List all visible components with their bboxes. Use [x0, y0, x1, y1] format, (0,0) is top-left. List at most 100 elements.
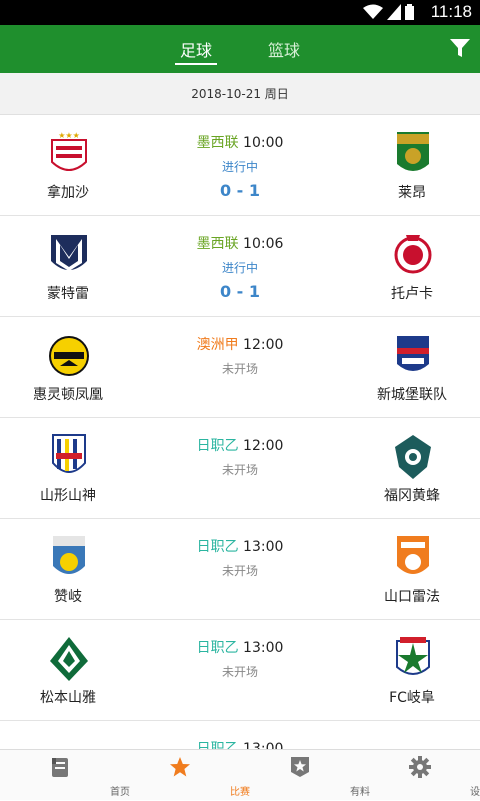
- away-team-name: 莱昂: [398, 185, 426, 201]
- match-status: 进行中: [221, 160, 258, 174]
- league-name: 墨西联: [196, 135, 239, 151]
- home-team: 松本山雅: [8, 620, 128, 720]
- kickoff-time: 13:00: [243, 741, 284, 749]
- svg-text:★★★: ★★★: [58, 131, 80, 140]
- nav-home[interactable]: 首页: [0, 750, 130, 801]
- match-info: 澳洲甲 12:00 未开场: [140, 317, 340, 417]
- home-team-name: 蒙特雷: [47, 286, 89, 302]
- home-team: 蒙特雷: [8, 216, 128, 316]
- home-team: [8, 721, 128, 749]
- match-info: 墨西联 10:06 进行中 0 - 1: [140, 216, 340, 316]
- star-icon: [170, 757, 190, 777]
- league-name: 日职乙: [196, 741, 239, 749]
- match-row[interactable]: 蒙特雷 墨西联 10:06 进行中 0 - 1 托卢卡: [0, 216, 480, 317]
- home-icon: [52, 758, 68, 777]
- montedio-crest-icon: [52, 434, 86, 473]
- away-team-name: 山口雷法: [384, 589, 440, 605]
- wellington-phoenix-crest-icon: [49, 336, 89, 376]
- renofa-crest-icon: [397, 536, 429, 574]
- away-team-name: FC岐阜: [389, 690, 435, 706]
- leon-crest-icon: [397, 132, 429, 171]
- home-team-name: 惠灵顿凤凰: [33, 387, 103, 403]
- match-info: 日职乙 13:00 未开场: [140, 620, 340, 720]
- kickoff-time: 10:06: [243, 236, 284, 252]
- match-row[interactable]: 山形山神 日职乙 12:00 未开场福冈黄蜂: [0, 418, 480, 519]
- kickoff-time: 13:00: [243, 539, 284, 555]
- match-status: 未开场: [221, 564, 258, 578]
- kickoff-time: 13:00: [243, 640, 284, 656]
- match-info: 墨西联 10:00 进行中 0 - 1: [140, 115, 340, 215]
- gear-icon: [409, 756, 431, 778]
- badge-star-icon: [291, 757, 309, 777]
- top-header: 足球 篮球: [0, 25, 480, 73]
- nav-insights[interactable]: 有料: [240, 750, 370, 801]
- status-icons: [363, 4, 414, 20]
- signal-icon: [387, 4, 401, 20]
- match-list[interactable]: ★★★ 拿加沙 墨西联 10:00 进行中 0 - 1 莱昂 蒙特雷 墨西联 10:06 进行中…: [0, 115, 480, 749]
- home-team-name: 赞岐: [54, 589, 82, 605]
- away-team: [352, 721, 472, 749]
- gifu-crest-icon: [396, 637, 430, 675]
- home-team-name: 山形山神: [40, 488, 96, 504]
- away-team: 新城堡联队: [352, 317, 472, 417]
- home-team: 赞岐: [8, 519, 128, 619]
- necaxa-crest-icon: ★★★: [51, 131, 87, 171]
- toluca-crest-icon: [394, 235, 432, 274]
- match-info: 日职乙 13:00 未开场: [140, 519, 340, 619]
- away-team: 莱昂: [352, 115, 472, 215]
- wifi-icon: [363, 4, 383, 19]
- nav-matches[interactable]: 比赛: [120, 750, 250, 801]
- league-name: 日职乙: [196, 640, 239, 656]
- matsumoto-crest-icon: [50, 637, 88, 681]
- nav-settings-label: 设置: [470, 787, 480, 798]
- partial-crest-icon: [392, 736, 434, 749]
- home-team: 惠灵顿凤凰: [8, 317, 128, 417]
- status-time: 11:18: [430, 2, 472, 21]
- kickoff-time: 12:00: [243, 337, 284, 353]
- match-status: 未开场: [221, 665, 258, 679]
- match-date: 2018-10-21 周日: [191, 87, 289, 101]
- match-info: 日职乙 13:00: [140, 721, 340, 749]
- avispa-crest-icon: [395, 435, 431, 479]
- match-row[interactable]: 日职乙 13:00: [0, 721, 480, 749]
- status-bar: 11:18: [0, 0, 480, 25]
- monterrey-crest-icon: [51, 235, 87, 271]
- date-bar: 2018-10-21 周日: [0, 73, 480, 115]
- match-row[interactable]: ★★★ 拿加沙 墨西联 10:00 进行中 0 - 1 莱昂: [0, 115, 480, 216]
- away-team-name: 福冈黄蜂: [384, 488, 440, 504]
- home-team-name: 松本山雅: [40, 690, 96, 706]
- away-team: 托卢卡: [352, 216, 472, 316]
- match-status: 未开场: [221, 362, 258, 376]
- bottom-nav: 首页 比赛 有料 设置: [0, 749, 480, 800]
- match-status: 进行中: [221, 261, 258, 275]
- league-name: 日职乙: [196, 539, 239, 555]
- partial-crest-icon: [48, 736, 90, 749]
- tab-underline: [175, 63, 217, 65]
- match-row[interactable]: 赞岐 日职乙 13:00 未开场山口雷法: [0, 519, 480, 620]
- tab-football[interactable]: 足球: [180, 37, 212, 61]
- newcastle-jets-crest-icon: [397, 336, 429, 371]
- battery-icon: [405, 4, 414, 20]
- match-info: 日职乙 12:00 未开场: [140, 418, 340, 518]
- away-team: FC岐阜: [352, 620, 472, 720]
- filter-icon[interactable]: [449, 37, 471, 59]
- match-score: 0 - 1: [219, 181, 261, 200]
- away-team-name: 新城堡联队: [377, 387, 447, 403]
- kickoff-time: 10:00: [243, 135, 284, 151]
- match-status: 未开场: [221, 463, 258, 477]
- tab-basketball[interactable]: 篮球: [268, 37, 300, 61]
- kamatamare-crest-icon: [53, 536, 85, 574]
- away-team-name: 托卢卡: [391, 286, 433, 302]
- match-row[interactable]: 惠灵顿凤凰 澳洲甲 12:00 未开场新城堡联队: [0, 317, 480, 418]
- match-score: 0 - 1: [219, 282, 261, 301]
- match-row[interactable]: 松本山雅 日职乙 13:00 未开场 FC岐阜: [0, 620, 480, 721]
- home-team-name: 拿加沙: [47, 185, 89, 201]
- league-name: 澳洲甲: [196, 337, 239, 353]
- nav-settings[interactable]: 设置: [360, 750, 480, 801]
- home-team: ★★★ 拿加沙: [8, 115, 128, 215]
- away-team: 福冈黄蜂: [352, 418, 472, 518]
- league-name: 日职乙: [196, 438, 239, 454]
- home-team: 山形山神: [8, 418, 128, 518]
- league-name: 墨西联: [196, 236, 239, 252]
- kickoff-time: 12:00: [243, 438, 284, 454]
